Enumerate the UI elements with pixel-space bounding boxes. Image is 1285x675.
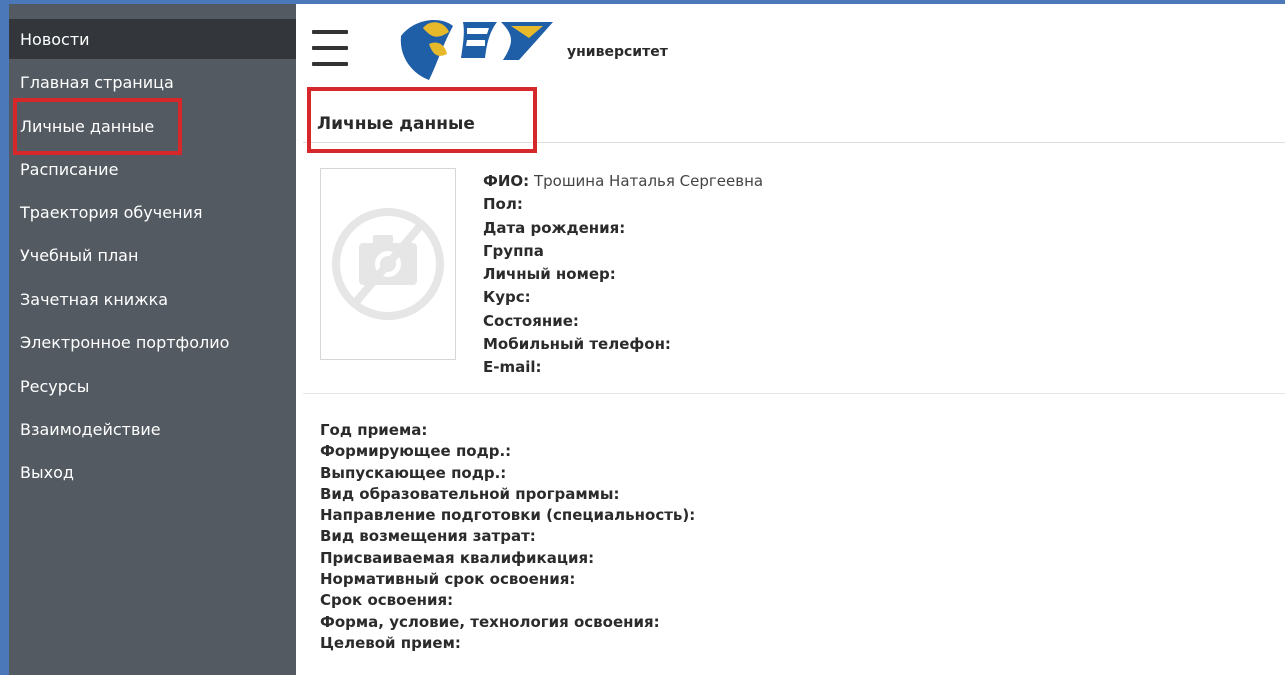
sidebar-item-news[interactable]: Новости	[9, 19, 296, 59]
detail-qualification: Присваиваемая квалификация:	[320, 548, 595, 567]
detail-program-type: Вид образовательной программы:	[320, 484, 620, 503]
field-personal-number-label: Личный номер:	[483, 265, 616, 284]
field-gender: Пол:	[483, 193, 763, 216]
field-group-label: Группа	[483, 241, 544, 260]
sidebar-item-learning-path[interactable]: Траектория обучения	[9, 192, 296, 232]
detail-graduating-unit: Выпускающее подр.:	[320, 463, 507, 482]
field-course: Курс:	[483, 286, 763, 309]
field-course-label: Курс:	[483, 288, 531, 307]
sidebar-item-curriculum[interactable]: Учебный план	[9, 235, 296, 275]
field-fio-label: ФИО:	[483, 172, 530, 190]
brand-text: университет	[567, 44, 668, 60]
sidebar-item-schedule[interactable]: Расписание	[9, 149, 296, 189]
field-fio-value: Трошина Наталья Сергеевна	[529, 172, 764, 190]
section-divider	[303, 393, 1285, 394]
field-birthdate: Дата рождения:	[483, 217, 763, 240]
left-accent-line	[0, 4, 9, 675]
detail-normative-term: Нормативный срок освоения:	[320, 570, 576, 589]
no-photo-icon	[332, 208, 444, 320]
field-email-label: E-mail:	[483, 358, 542, 377]
detail-admission-year: Год приема:	[320, 421, 428, 439]
detail-specialty: Направление подготовки (специальность):	[320, 506, 696, 525]
education-details: Год приема: Формирующее подр.: Выпускающ…	[320, 420, 695, 654]
field-status: Состояние:	[483, 310, 763, 333]
profile-info: ФИО: Трошина Наталья Сергеевна Пол: Дата…	[483, 170, 763, 380]
field-mobile-label: Мобильный телефон:	[483, 335, 671, 354]
field-fio: ФИО: Трошина Наталья Сергеевна	[483, 170, 763, 193]
field-mobile: Мобильный телефон:	[483, 333, 763, 356]
title-divider	[303, 142, 1285, 143]
field-personal-number: Личный номер:	[483, 263, 763, 286]
sidebar-item-interaction[interactable]: Взаимодействие	[9, 409, 296, 449]
field-email: E-mail:	[483, 356, 763, 379]
field-status-label: Состояние:	[483, 311, 579, 330]
field-group: Группа	[483, 240, 763, 263]
field-birthdate-label: Дата рождения:	[483, 218, 626, 237]
university-logo-icon	[400, 20, 553, 80]
sidebar: Новости Главная страница Личные данные Р…	[9, 4, 296, 675]
sidebar-item-record-book[interactable]: Зачетная книжка	[9, 279, 296, 319]
hamburger-icon[interactable]	[312, 29, 348, 67]
detail-study-form: Форма, условие, технология освоения:	[320, 612, 660, 631]
field-gender-label: Пол:	[483, 195, 523, 214]
sidebar-item-logout[interactable]: Выход	[9, 452, 296, 492]
detail-study-term: Срок освоения:	[320, 591, 454, 610]
detail-funding-type: Вид возмещения затрат:	[320, 527, 536, 546]
sidebar-item-portfolio[interactable]: Электронное портфолио	[9, 322, 296, 362]
detail-forming-unit: Формирующее подр.:	[320, 442, 512, 461]
sidebar-item-home[interactable]: Главная страница	[9, 62, 296, 102]
detail-target-admission: Целевой прием:	[320, 633, 461, 652]
page-title: Личные данные	[317, 114, 475, 134]
profile-photo-placeholder	[320, 168, 456, 360]
sidebar-item-resources[interactable]: Ресурсы	[9, 366, 296, 406]
sidebar-item-personal-data[interactable]: Личные данные	[9, 106, 296, 146]
